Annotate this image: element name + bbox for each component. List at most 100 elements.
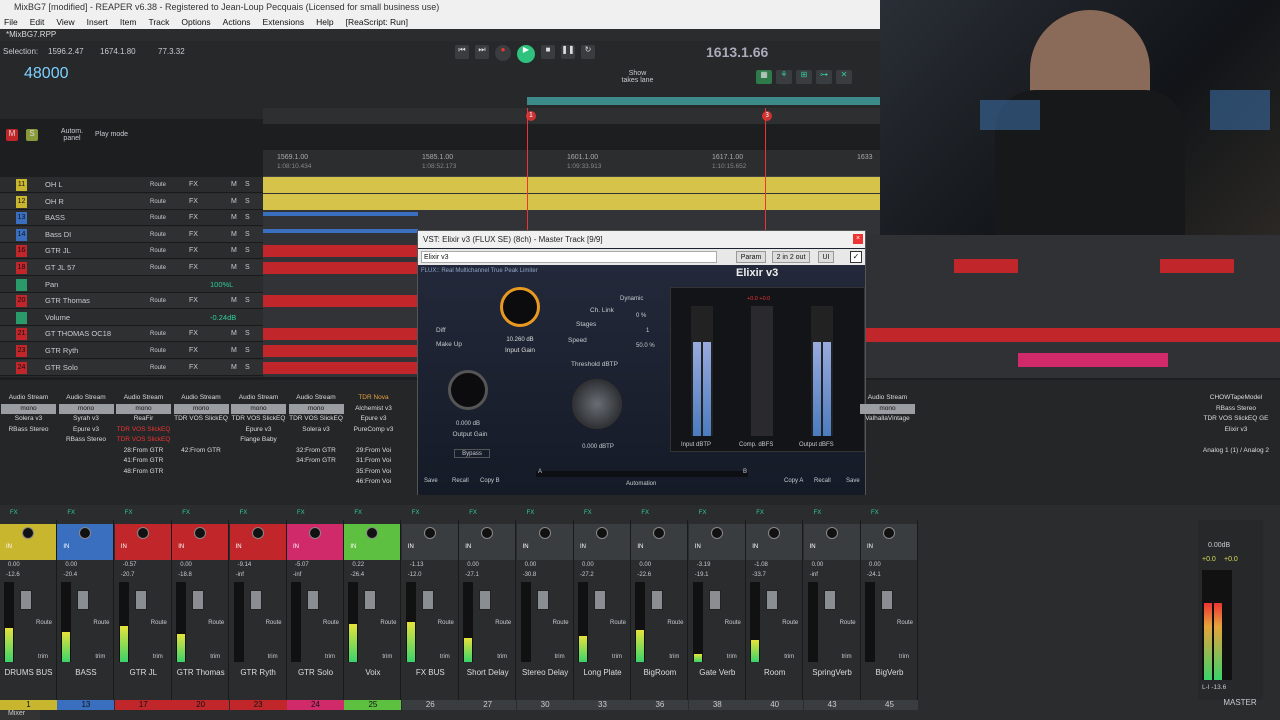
trim-button[interactable]: trim (325, 654, 335, 660)
volume-fader[interactable] (307, 590, 319, 610)
fx-slot[interactable]: Audio Stream (116, 393, 171, 404)
volume-fader[interactable] (134, 590, 147, 610)
volume-fader[interactable] (192, 590, 205, 610)
fx-slot[interactable]: 42:From GTR (174, 446, 229, 457)
arrange-view-right[interactable] (866, 235, 1280, 378)
strip-fx-button[interactable]: FX (67, 510, 75, 516)
strip-fx-button[interactable]: FX (814, 510, 822, 516)
bypass-button[interactable]: Bypass (454, 449, 490, 458)
fx-slot[interactable]: 29:From Voi (346, 446, 401, 457)
route-button[interactable]: Route (36, 620, 52, 626)
channel-name[interactable]: Voix (344, 668, 401, 677)
link-icon[interactable]: ⊶ (816, 70, 832, 84)
volume-fader[interactable] (881, 590, 893, 610)
input-button[interactable]: IN (465, 544, 471, 550)
route-button[interactable]: Route (840, 620, 856, 626)
trim-button[interactable]: trim (153, 654, 163, 660)
media-item[interactable] (263, 212, 418, 217)
param-button[interactable]: Param (736, 251, 766, 263)
recall-a-button[interactable]: Recall (452, 478, 469, 484)
mute-button[interactable]: M (231, 194, 237, 210)
trim-button[interactable]: trim (727, 654, 737, 660)
volume-readout[interactable]: -5.07 (295, 562, 309, 568)
trim-button[interactable]: trim (784, 654, 794, 660)
pan-knob[interactable] (825, 527, 838, 539)
trim-button[interactable]: trim (555, 654, 565, 660)
strip-fx-button[interactable]: FX (699, 510, 707, 516)
marker-3[interactable]: 3 (762, 111, 772, 121)
track-name[interactable]: GT THOMAS OC18 (45, 326, 125, 342)
volume-fader[interactable] (594, 590, 606, 610)
stop-icon[interactable]: ■ (541, 45, 555, 59)
lock-icon[interactable]: ⊞ (796, 70, 812, 84)
route-button[interactable]: Route (553, 620, 569, 626)
track-name[interactable]: GTR Thomas (45, 293, 125, 309)
track-name[interactable]: GT JL 57 (45, 260, 125, 276)
volume-fader[interactable] (536, 590, 549, 610)
fx-slot[interactable]: TDR Nova (346, 393, 401, 404)
recall-b-button[interactable]: Recall (814, 478, 831, 484)
input-button[interactable]: IN (867, 544, 873, 550)
track-name[interactable]: OH L (45, 177, 125, 193)
fx-button[interactable]: FX (189, 260, 198, 276)
input-button[interactable]: IN (695, 544, 701, 550)
media-item[interactable] (866, 328, 1280, 342)
fx-slot[interactable]: Audio Stream (59, 393, 114, 404)
media-item[interactable] (954, 259, 1018, 273)
output-gain-value[interactable]: 0.000 dB (446, 421, 490, 427)
mute-button[interactable]: M (231, 243, 237, 259)
strip-fx-button[interactable]: FX (182, 510, 190, 516)
strip-fx-button[interactable]: FX (412, 510, 420, 516)
fx-button[interactable]: FX (189, 360, 198, 376)
trim-button[interactable]: trim (268, 654, 278, 660)
route-button[interactable]: Route (150, 214, 166, 222)
fx-slot[interactable] (1198, 435, 1274, 446)
route-button[interactable]: Route (150, 347, 166, 355)
trim-button[interactable]: trim (842, 654, 852, 660)
track-name[interactable]: OH R (45, 194, 125, 210)
fx-slot[interactable]: 41:From GTR (116, 456, 171, 467)
mute-button[interactable]: M (231, 177, 237, 193)
volume-readout[interactable]: 0.00 (8, 562, 20, 568)
makeup-toggle[interactable]: Make Up (436, 341, 462, 348)
fx-button[interactable]: FX (189, 177, 198, 193)
menu-item[interactable]: Actions (223, 15, 251, 29)
media-item[interactable] (263, 345, 418, 357)
ripple-icon[interactable]: ⚘ (776, 70, 792, 84)
fx-button[interactable]: FX (189, 293, 198, 309)
volume-fader[interactable] (77, 590, 90, 610)
fx-slot[interactable]: 46:From Voi (346, 477, 401, 488)
fx-slot[interactable]: TDR VOS SlickEQ (174, 414, 229, 425)
channel-name[interactable]: GTR Thomas (172, 668, 229, 677)
menu-item[interactable]: Edit (30, 15, 45, 29)
preset-select[interactable]: Elixir v3 (421, 251, 717, 263)
input-button[interactable]: IN (637, 544, 643, 550)
mixer-tab[interactable]: Mixer (0, 710, 40, 720)
channel-name[interactable]: BigVerb (861, 668, 918, 677)
fx-slot[interactable]: mono (116, 403, 171, 414)
fx-slot[interactable]: RBass Stereo (1198, 404, 1274, 415)
strip-fx-button[interactable]: FX (641, 510, 649, 516)
record-icon[interactable]: ● (495, 45, 511, 61)
pan-knob[interactable] (883, 527, 895, 539)
mute-button[interactable]: M (231, 210, 237, 226)
track-lane[interactable] (263, 177, 880, 193)
fx-slot[interactable]: Epure v3 (231, 425, 286, 436)
fx-slot[interactable]: Audio Stream (289, 393, 344, 404)
trim-button[interactable]: trim (440, 654, 450, 660)
pan-knob[interactable] (423, 527, 436, 539)
selection-start[interactable]: 1596.2.47 (48, 47, 84, 56)
track-row[interactable]: Volume -0.24dB (0, 309, 263, 326)
route-button[interactable]: Route (151, 620, 167, 626)
fx-slot[interactable]: Epure v3 (59, 425, 114, 436)
fx-slot[interactable]: 31:From Voi (346, 456, 401, 467)
input-button[interactable]: IN (523, 544, 529, 550)
strip-fx-button[interactable]: FX (756, 510, 764, 516)
solo-button[interactable]: S (245, 177, 250, 193)
menu-item[interactable]: Options (181, 15, 210, 29)
menu-item[interactable]: File (4, 15, 18, 29)
channel-name[interactable]: BASS (57, 668, 114, 677)
fx-slot[interactable]: mono (860, 403, 915, 414)
mute-button[interactable]: M (231, 293, 237, 309)
envelope-value[interactable]: -0.24dB (210, 310, 236, 326)
